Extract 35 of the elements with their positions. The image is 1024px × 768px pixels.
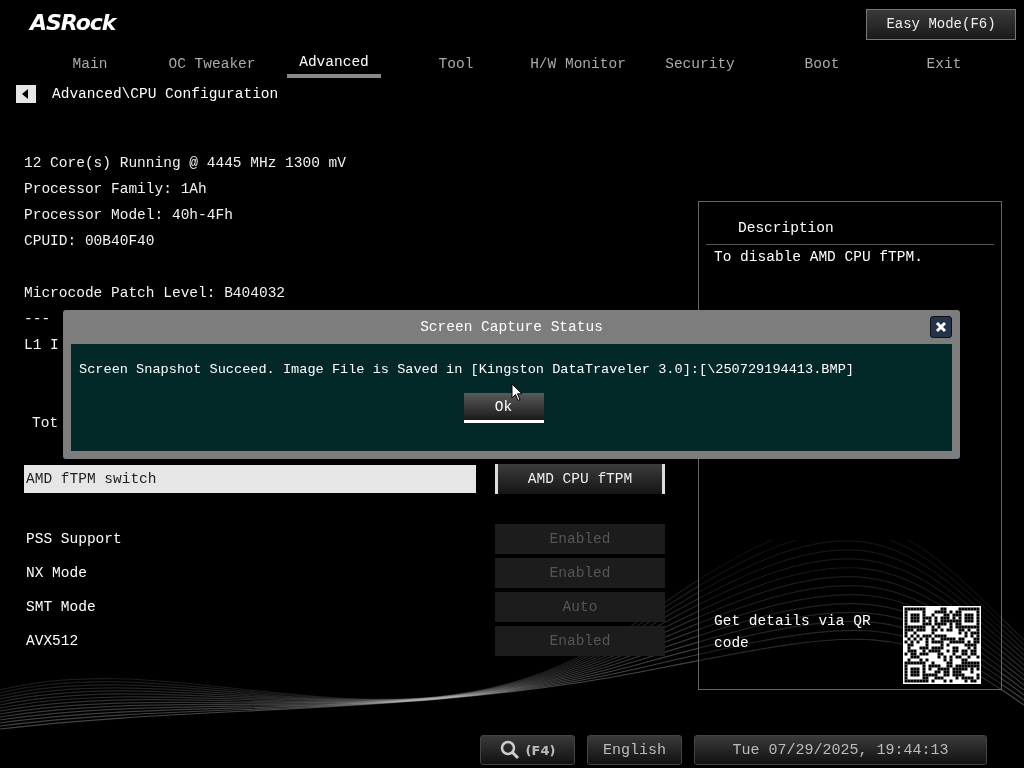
tab[interactable]: Exit [883,44,1005,78]
search-button[interactable]: (F4) [480,735,575,765]
info-text: Processor Model: 40h-4Fh [24,207,233,223]
close-icon [935,321,947,333]
info-text: L1 I [24,337,59,353]
tab[interactable]: Boot [761,44,883,78]
setting-label[interactable]: AMD fTPM switch [24,465,476,493]
info-text: --- [24,311,51,327]
info-text: Processor Family: 1Ah [24,181,207,197]
back-icon[interactable] [16,85,36,103]
setting-value-button[interactable]: AMD CPU fTPM [495,464,665,494]
qr-hint: Get details via QR code [714,612,872,653]
tab[interactable]: OC Tweaker [151,44,273,78]
breadcrumb: Advanced\CPU Configuration [52,86,279,102]
tab[interactable]: Security [639,44,761,78]
tab[interactable]: Advanced [287,44,381,78]
tab[interactable]: Tool [395,44,517,78]
logo: ASRock [30,9,116,35]
tab[interactable]: Main [29,44,151,78]
description-title: Description [738,220,834,236]
info-text: CPUID: 00B40F40 [24,233,155,249]
dialog-message: Screen Snapshot Succeed. Image File is Saved in [Kingston DataTraveler 3.0]:[\250729194413.BMP] [79,362,854,377]
tab[interactable]: H/W Monitor [517,44,639,78]
pointer-icon [511,383,523,402]
info-text: Microcode Patch Level: B404032 [24,285,286,301]
description-text: To disable AMD CPU fTPM. [714,249,923,265]
ok-button[interactable]: Ok [463,393,544,423]
info-text: Tot [32,415,59,431]
info-text: 12 Core(s) Running @ 4445 MHz 1300 mV [24,155,346,171]
language-button[interactable]: English [587,735,682,765]
easy-mode-button[interactable]: Easy Mode(F6) [866,8,1016,40]
close-button[interactable] [930,316,952,338]
dialog-title: Screen Capture Status [420,319,603,335]
datetime-display: Tue 07/29/2025, 19:44:13 [694,735,987,765]
search-icon [499,740,520,760]
